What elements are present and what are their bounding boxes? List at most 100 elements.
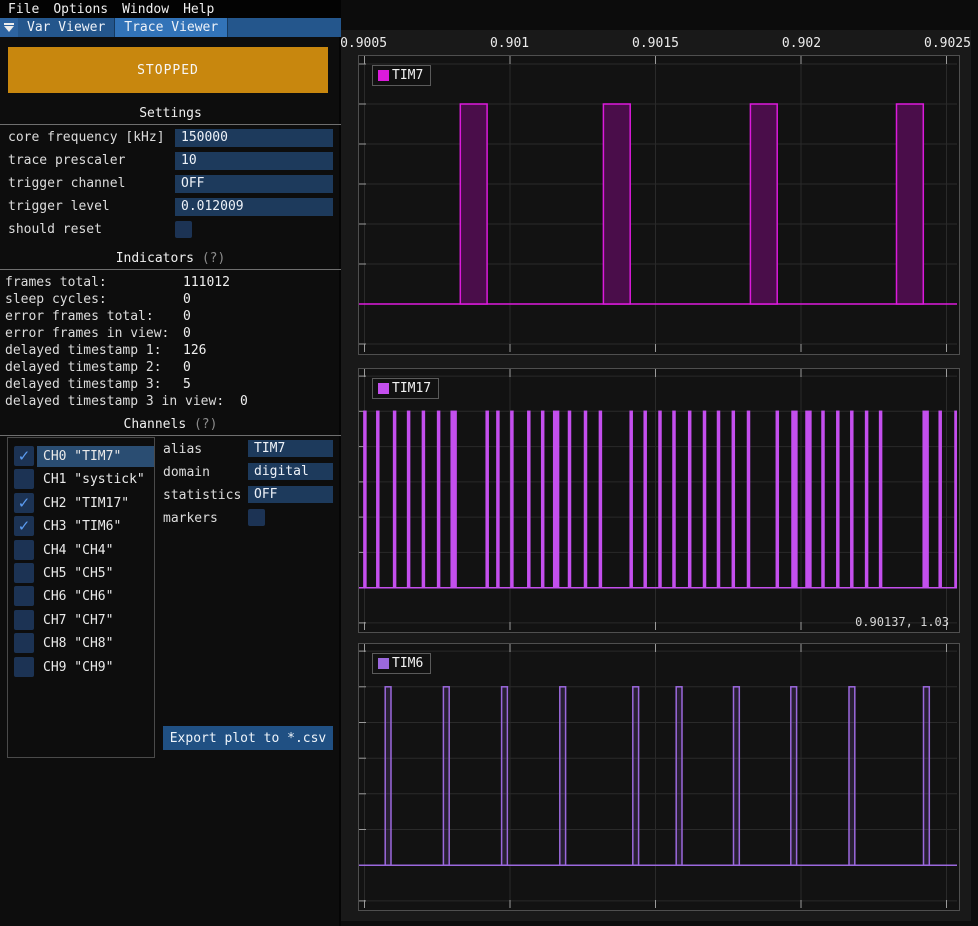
channel-item-ch8[interactable]: CH8 "CH8"	[37, 633, 154, 654]
channel-checkbox-ch0[interactable]: ✓	[14, 446, 34, 466]
channel-checkbox-ch8[interactable]	[14, 633, 34, 653]
plot-canvas[interactable]	[359, 56, 957, 352]
indicator-label-6: delayed timestamp 3:	[5, 376, 162, 393]
statistics-label: statistics	[163, 487, 241, 504]
channel-item-ch6[interactable]: CH6 "CH6"	[37, 586, 154, 607]
legend-label: TIM17	[392, 381, 431, 396]
channel-item-ch3[interactable]: CH3 "TIM6"	[37, 516, 154, 537]
channel-checkbox-ch1[interactable]	[14, 469, 34, 489]
x-tick-label-2: 0.9015	[632, 36, 679, 51]
tab-var-viewer[interactable]: Var Viewer	[18, 18, 115, 37]
tab-trace-viewer[interactable]: Trace Viewer	[115, 18, 228, 37]
indicator-value-6: 5	[183, 376, 191, 393]
channel-checkbox-ch5[interactable]	[14, 563, 34, 583]
indicators-help-label[interactable]: (?)	[202, 251, 225, 266]
indicator-label-0: frames total:	[5, 274, 107, 291]
setting-input-2[interactable]: OFF	[175, 175, 333, 193]
setting-label-0: core frequency [kHz]	[8, 129, 165, 147]
settings-separator	[0, 124, 341, 125]
channel-checkbox-ch9[interactable]	[14, 657, 34, 677]
channel-checkbox-ch2[interactable]: ✓	[14, 493, 34, 513]
menu-help[interactable]: Help	[183, 2, 214, 17]
legend-swatch	[378, 70, 389, 81]
plot-canvas[interactable]	[359, 369, 957, 630]
legend-swatch	[378, 658, 389, 669]
legend-tim17[interactable]: TIM17	[372, 378, 439, 399]
indicators-title: Indicators (?)	[0, 251, 341, 266]
channel-item-ch9[interactable]: CH9 "CH9"	[37, 657, 154, 678]
indicator-label-2: error frames total:	[5, 308, 154, 325]
indicator-label-1: sleep cycles:	[5, 291, 107, 308]
settings-title: Settings	[0, 106, 341, 121]
should-reset-checkbox[interactable]	[175, 221, 192, 238]
indicator-value-7: 0	[240, 393, 248, 410]
collapse-icon-triangle	[4, 26, 14, 32]
statistics-select[interactable]: OFF	[248, 486, 333, 503]
channel-list[interactable]: ✓CH0 "TIM7"CH1 "systick"✓CH2 "TIM17"✓CH3…	[7, 437, 155, 758]
channel-item-ch7[interactable]: CH7 "CH7"	[37, 610, 154, 631]
x-tick-label-4: 0.9025	[924, 36, 971, 51]
menu-options[interactable]: Options	[53, 2, 108, 17]
indicator-value-4: 126	[183, 342, 206, 359]
indicator-value-1: 0	[183, 291, 191, 308]
collapse-icon-bar	[4, 23, 14, 25]
menu-window[interactable]: Window	[122, 2, 169, 17]
x-tick-label-3: 0.902	[782, 36, 821, 51]
setting-input-0[interactable]: 150000	[175, 129, 333, 147]
setting-input-1[interactable]: 10	[175, 152, 333, 170]
legend-label: TIM6	[392, 656, 423, 671]
setting-label-1: trace prescaler	[8, 152, 125, 170]
setting-input-3[interactable]: 0.012009	[175, 198, 333, 216]
plot-panel: 0.90050.9010.90150.9020.9025 TIM7 TIM17 …	[341, 0, 978, 926]
plots-container: 0.90050.9010.90150.9020.9025 TIM7 TIM17 …	[341, 30, 971, 921]
indicators-separator	[0, 269, 341, 270]
legend-tim6[interactable]: TIM6	[372, 653, 431, 674]
plot-canvas[interactable]	[359, 644, 957, 908]
markers-label: markers	[163, 510, 218, 527]
legend-tim7[interactable]: TIM7	[372, 65, 431, 86]
markers-checkbox[interactable]	[248, 509, 265, 526]
channel-item-ch2[interactable]: CH2 "TIM17"	[37, 493, 154, 514]
channels-title: Channels (?)	[0, 417, 341, 432]
channel-checkbox-ch3[interactable]: ✓	[14, 516, 34, 536]
channel-item-ch4[interactable]: CH4 "CH4"	[37, 540, 154, 561]
menu-file[interactable]: File	[8, 2, 39, 17]
should-reset-label: should reset	[8, 221, 102, 239]
tab-bar: Var Viewer Trace Viewer	[0, 18, 341, 37]
plot-tim6[interactable]: TIM6	[358, 643, 960, 911]
legend-label: TIM7	[392, 68, 423, 83]
export-csv-button[interactable]: Export plot to *.csv	[163, 726, 333, 750]
channel-item-ch0[interactable]: CH0 "TIM7"	[37, 446, 154, 467]
channels-help-label[interactable]: (?)	[194, 417, 217, 432]
menu-bar: File Options Window Help	[0, 0, 341, 18]
channel-item-ch5[interactable]: CH5 "CH5"	[37, 563, 154, 584]
legend-swatch	[378, 383, 389, 394]
indicator-label-4: delayed timestamp 1:	[5, 342, 162, 359]
indicator-value-2: 0	[183, 308, 191, 325]
indicator-label-7: delayed timestamp 3 in view:	[5, 393, 224, 410]
channel-checkbox-ch4[interactable]	[14, 540, 34, 560]
alias-input[interactable]: TIM7	[248, 440, 333, 457]
left-panel: File Options Window Help Var Viewer Trace V…	[0, 0, 341, 926]
cursor-position-readout: 0.90137, 1.03	[855, 615, 949, 629]
indicator-value-3: 0	[183, 325, 191, 342]
plot-tim7[interactable]: TIM7	[358, 55, 960, 355]
domain-label: domain	[163, 464, 210, 481]
indicator-value-0: 111012	[183, 274, 230, 291]
indicator-label-3: error frames in view:	[5, 325, 169, 342]
channel-checkbox-ch6[interactable]	[14, 586, 34, 606]
setting-label-2: trigger channel	[8, 175, 125, 193]
indicator-value-5: 0	[183, 359, 191, 376]
indicator-label-5: delayed timestamp 2:	[5, 359, 162, 376]
collapse-panel-icon[interactable]	[0, 18, 18, 37]
x-axis-labels: 0.90050.9010.90150.9020.9025	[341, 36, 971, 52]
acquisition-state-button[interactable]: STOPPED	[8, 47, 328, 93]
channel-checkbox-ch7[interactable]	[14, 610, 34, 630]
setting-label-3: trigger level	[8, 198, 110, 216]
alias-label: alias	[163, 441, 202, 458]
channels-separator	[0, 435, 341, 436]
x-tick-label-1: 0.901	[490, 36, 529, 51]
channel-item-ch1[interactable]: CH1 "systick"	[37, 469, 154, 490]
plot-tim17[interactable]: TIM17 0.90137, 1.03	[358, 368, 960, 633]
domain-select[interactable]: digital	[248, 463, 333, 480]
